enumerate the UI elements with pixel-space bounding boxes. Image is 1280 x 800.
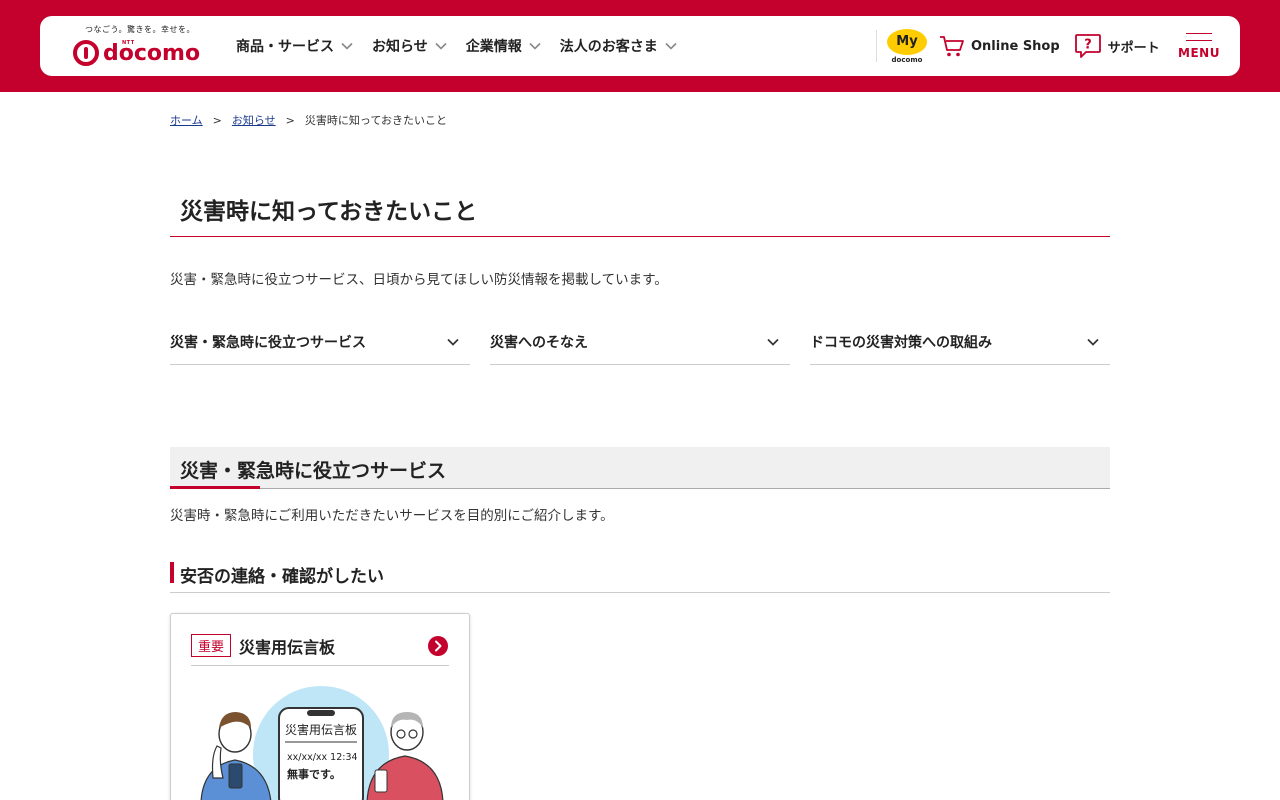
- important-badge: 重要: [191, 634, 232, 657]
- nav-item-label: 法人のお客さま: [559, 39, 658, 55]
- chevron-down-icon: [447, 338, 459, 346]
- support-link[interactable]: ? サポート: [1074, 33, 1160, 59]
- page-title-block: 災害時に知っておきたいこと: [170, 180, 1110, 237]
- illustration-screen-title: 災害用伝言板: [285, 722, 357, 737]
- breadcrumb-home-link[interactable]: ホーム: [170, 112, 203, 128]
- menu-label: MENU: [1178, 45, 1220, 60]
- chevron-down-icon: [767, 338, 779, 346]
- service-card[interactable]: 重要 災害用伝言板 災害用伝言板 xx/xx/xx 12:34 無事です。: [170, 613, 470, 800]
- site-header: つなごう。驚きを。幸せを。 docomo NTT 商品・サービス お知らせ 企業…: [40, 16, 1240, 76]
- logo-tagline: つなごう。驚きを。幸せを。: [85, 25, 196, 34]
- menu-button[interactable]: MENU: [1178, 16, 1220, 76]
- chevron-down-icon: [665, 42, 677, 50]
- anchor-link-label: 災害へのそなえ: [490, 335, 588, 351]
- card-title: 災害用伝言板: [239, 637, 336, 657]
- card-header: 重要 災害用伝言板: [191, 626, 449, 666]
- utility-links: My docomo Online Shop ? サポート: [876, 16, 1174, 76]
- chevron-down-icon: [1087, 338, 1099, 346]
- subsection-heading-bar: [170, 562, 174, 583]
- subsection-title: 安否の連絡・確認がしたい: [180, 567, 384, 587]
- breadcrumb: ホーム > お知らせ > 災害時に知っておきたいこと: [170, 112, 447, 128]
- support-label: サポート: [1107, 40, 1160, 56]
- online-shop-link[interactable]: Online Shop: [939, 34, 1060, 58]
- chevron-down-icon: [529, 42, 541, 50]
- nav-item-news[interactable]: お知らせ: [372, 36, 448, 56]
- disaster-message-board-illustration: 災害用伝言板 xx/xx/xx 12:34 無事です。: [200, 686, 444, 800]
- logo-ntt-text: NTT: [122, 40, 135, 46]
- nav-item-label: お知らせ: [372, 39, 428, 55]
- breadcrumb-current: 災害時に知っておきたいこと: [304, 114, 448, 127]
- illustration-screen-message: 無事です。: [287, 767, 341, 781]
- anchor-link-preparation[interactable]: 災害へのそなえ: [490, 320, 790, 365]
- illustration-screen-date: xx/xx/xx 12:34: [287, 752, 358, 763]
- my-docomo-sub: docomo: [891, 55, 923, 64]
- utility-divider: [876, 30, 877, 62]
- breadcrumb-separator: >: [285, 113, 295, 127]
- docomo-mark-icon: [73, 40, 99, 66]
- breadcrumb-news-link[interactable]: お知らせ: [232, 112, 276, 128]
- nav-item-label: 企業情報: [465, 39, 522, 55]
- nav-item-products[interactable]: 商品・サービス: [236, 36, 354, 56]
- anchor-link-services[interactable]: 災害・緊急時に役立つサービス: [170, 320, 470, 365]
- global-nav: 商品・サービス お知らせ 企業情報 法人のお客さま: [236, 16, 696, 76]
- chevron-down-icon: [341, 42, 353, 50]
- cart-icon: [940, 36, 964, 57]
- help-question-icon: ?: [1074, 34, 1101, 58]
- online-shop-label: Online Shop: [971, 38, 1060, 54]
- logo-brand-text: docomo: [103, 40, 201, 66]
- svg-text:?: ?: [1084, 38, 1092, 53]
- hamburger-icon: [1186, 32, 1212, 41]
- section-heading: 災害・緊急時に役立つサービス: [170, 447, 1110, 489]
- my-docomo-badge: My: [887, 28, 927, 55]
- anchor-link-label: ドコモの災害対策への取組み: [810, 335, 992, 351]
- nav-item-corporate[interactable]: 企業情報: [466, 36, 542, 56]
- anchor-link-label: 災害・緊急時に役立つサービス: [170, 335, 366, 351]
- breadcrumb-separator: >: [212, 113, 222, 127]
- docomo-logo[interactable]: つなごう。驚きを。幸せを。 docomo NTT: [73, 24, 203, 70]
- page-title: 災害時に知っておきたいこと: [180, 199, 478, 225]
- section-title: 災害・緊急時に役立つサービス: [180, 460, 447, 482]
- anchor-links: 災害・緊急時に役立つサービス 災害へのそなえ ドコモの災害対策への取組み: [170, 320, 1110, 365]
- anchor-link-initiatives[interactable]: ドコモの災害対策への取組み: [810, 320, 1110, 365]
- nav-item-business[interactable]: 法人のお客さま: [560, 36, 678, 56]
- subsection-heading: 安否の連絡・確認がしたい: [170, 560, 1110, 593]
- chevron-down-icon: [435, 42, 447, 50]
- nav-item-label: 商品・サービス: [236, 39, 334, 55]
- section-lead: 災害時・緊急時にご利用いただきたいサービスを目的別にご紹介します。: [170, 508, 614, 524]
- arrow-right-circle-icon[interactable]: [427, 635, 449, 657]
- my-docomo-button[interactable]: My docomo: [887, 28, 927, 64]
- logo-wordmark: docomo: [73, 38, 200, 68]
- page-lead: 災害・緊急時に役立つサービス、日頃から見てほしい防災情報を掲載しています。: [170, 272, 668, 288]
- section-heading-accent: [170, 486, 260, 489]
